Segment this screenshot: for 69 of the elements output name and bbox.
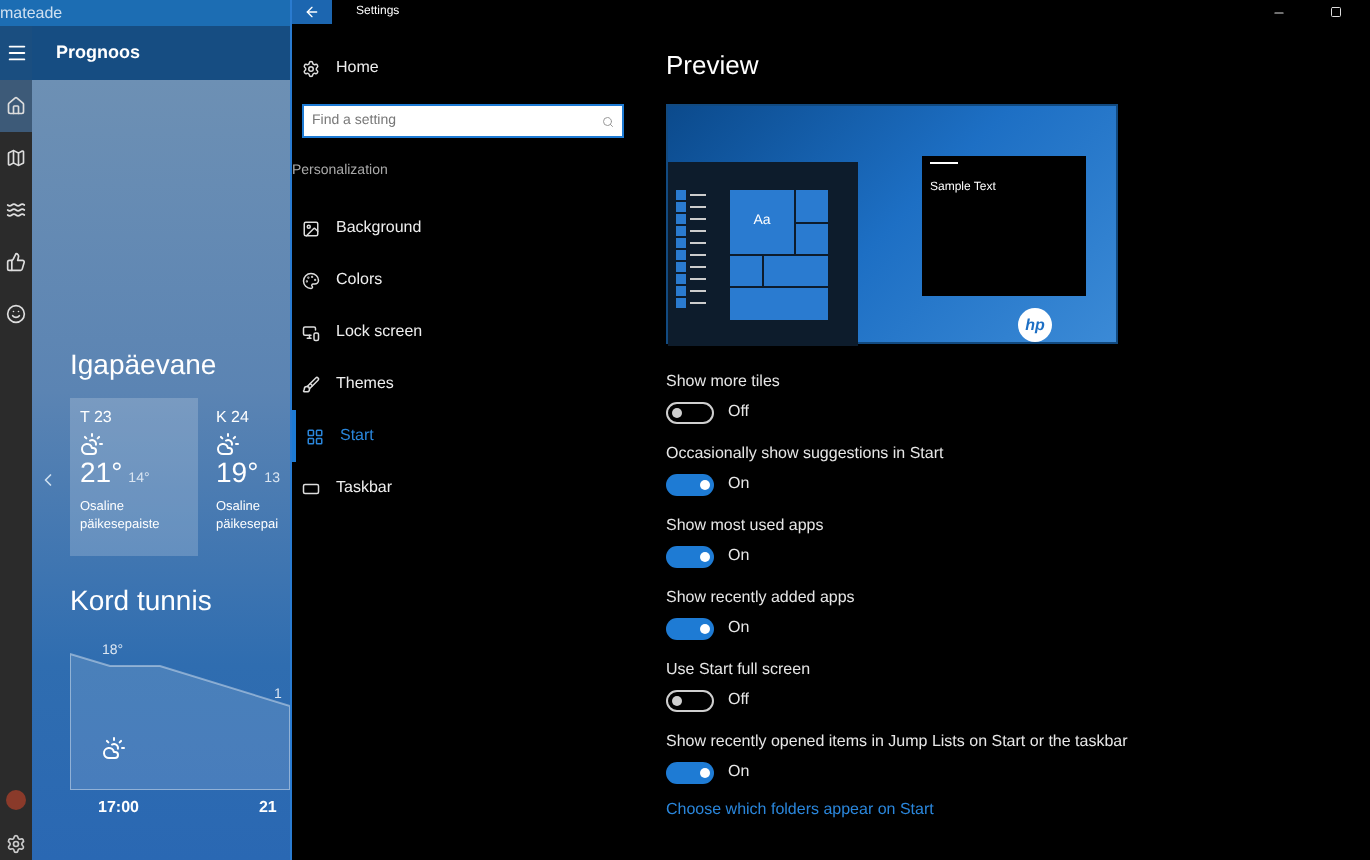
tile [730, 256, 762, 286]
page-title: Prognoos [56, 39, 140, 66]
setting-label: Occasionally show suggestions in Start [666, 442, 946, 464]
toggle-switch[interactable] [666, 689, 714, 711]
setting-label: Show recently opened items in Jump Lists on Start or the taskbar [666, 730, 1130, 752]
image-icon [302, 219, 320, 237]
back-arrow-icon [304, 4, 320, 20]
tile [764, 256, 828, 286]
partly-sunny-icon [102, 736, 126, 760]
setting-label: Show most used apps [666, 514, 826, 536]
maximize-icon [1330, 6, 1342, 18]
logo: hp [1018, 308, 1052, 342]
thumbs-up-icon [6, 252, 26, 272]
partly-sunny-icon [80, 432, 104, 456]
toggle-state: On [728, 544, 750, 568]
settings-icon [302, 59, 320, 77]
toggle-switch[interactable] [666, 473, 714, 495]
toggle-state: On [728, 472, 750, 496]
toggle-state: On [728, 760, 750, 784]
toggle-state: Off [728, 688, 750, 712]
toggle-switch[interactable] [666, 617, 714, 639]
partly-sunny-icon [216, 432, 240, 456]
maximize-button[interactable] [1330, 6, 1342, 18]
search-icon [602, 116, 614, 128]
nav-item[interactable]: Themes [292, 358, 642, 410]
nav-item[interactable]: Start [292, 410, 642, 462]
toggle-state: On [728, 616, 750, 640]
hour-label: 17:00 [98, 796, 139, 820]
nav-item[interactable]: Colors [292, 254, 642, 306]
hour-label: 21 [258, 796, 277, 820]
nav-item[interactable]: Taskbar [292, 462, 642, 514]
monitor-icon [302, 323, 320, 341]
home-icon [6, 96, 26, 116]
day-label: K 24 [216, 410, 251, 426]
day-label: T 23 [80, 410, 114, 426]
home-button[interactable] [0, 80, 32, 132]
settings-icon [6, 834, 26, 854]
toggle-state: Off [728, 400, 750, 424]
avatar-icon [6, 790, 26, 810]
brush-icon [302, 375, 320, 393]
window-title: mateade [0, 5, 63, 21]
folders-link[interactable]: Choose which folders appear on Start [666, 798, 1370, 822]
section-title: Kord tunnis [70, 582, 214, 620]
toggle-switch[interactable] [666, 761, 714, 783]
setting-label: Show recently added apps [666, 586, 857, 608]
toggle-switch[interactable] [666, 545, 714, 567]
smiley-icon [6, 304, 26, 324]
high-temperature: 19° [216, 458, 259, 486]
menu-button[interactable] [0, 26, 32, 80]
taskbar-icon [302, 479, 320, 497]
settings-button[interactable] [6, 834, 26, 854]
home-nav-item[interactable]: Home [302, 52, 642, 84]
nav-item[interactable]: Background [292, 202, 642, 254]
tile [796, 224, 828, 254]
back-button[interactable] [292, 0, 332, 24]
map-icon [6, 148, 26, 168]
high-temperature: 21° [80, 458, 123, 486]
section-title: Igapäevane [70, 346, 219, 384]
section-title: Preview [666, 52, 761, 78]
nav-item[interactable]: Lock screen [292, 306, 642, 358]
setting-label: Use Start full screen [666, 658, 813, 680]
tile [730, 288, 828, 320]
waves-icon [6, 200, 26, 220]
palette-icon [302, 271, 320, 289]
tiles-icon [306, 427, 324, 445]
setting-label: Show more tiles [666, 370, 782, 392]
tile [796, 190, 828, 222]
toggle-switch[interactable] [666, 401, 714, 423]
menu-icon [5, 42, 27, 64]
